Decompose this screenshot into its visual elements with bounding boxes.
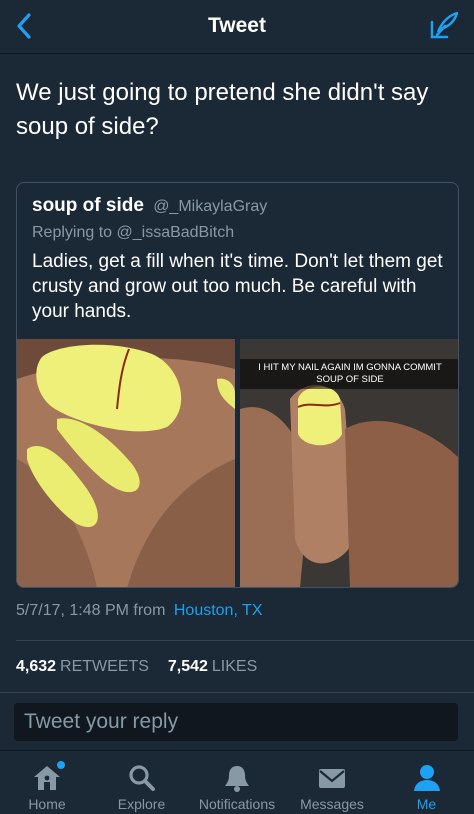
- tweet-text: We just going to pretend she didn't say …: [16, 79, 429, 140]
- retweets-label: RETWEETS: [60, 658, 149, 675]
- quoted-author-handle: @_MikaylaGray: [153, 198, 268, 215]
- divider: [16, 640, 474, 641]
- quoted-tweet-text: Ladies, get a fill when it's time. Don't…: [32, 251, 443, 322]
- search-icon: [126, 763, 158, 793]
- tab-me[interactable]: Me: [379, 751, 474, 814]
- quoted-tweet-header: soup of side @_MikaylaGray: [32, 195, 267, 217]
- tweet-timestamp: 5/7/17, 1:48 PM from: [16, 602, 166, 619]
- tab-notifications[interactable]: Notifications: [189, 751, 285, 814]
- reply-input[interactable]: [14, 703, 458, 741]
- tab-label: Home: [28, 796, 66, 812]
- nail-photo-illustration-1: [17, 339, 235, 587]
- notification-dot: [57, 761, 65, 769]
- tweet-photo-1[interactable]: [17, 339, 235, 587]
- tweet-photo-2[interactable]: I HIT MY NAIL AGAIN IM GONNA COMMIT SOUP…: [240, 339, 458, 587]
- tab-explore[interactable]: Explore: [94, 751, 189, 814]
- quoted-tweet[interactable]: soup of side @_MikaylaGray Replying to @…: [16, 182, 459, 588]
- likes-label: LIKES: [211, 658, 258, 675]
- retweets-stat[interactable]: 4,632 RETWEETS: [16, 658, 149, 675]
- reply-bar: [0, 693, 474, 750]
- image-caption: I HIT MY NAIL AGAIN IM GONNA COMMIT SOUP…: [240, 359, 458, 389]
- tab-label: Explore: [117, 796, 166, 812]
- tab-bar: Home Explore Notifications Messages Me: [0, 750, 474, 814]
- likes-stat[interactable]: 7,542 LIKES: [168, 658, 257, 675]
- envelope-icon: [316, 763, 348, 793]
- page-title: Tweet: [208, 14, 266, 37]
- retweets-count: 4,632: [16, 658, 57, 675]
- person-icon: [411, 763, 443, 793]
- tab-messages[interactable]: Messages: [285, 751, 379, 814]
- bell-icon: [221, 763, 253, 793]
- tweet-meta: 5/7/17, 1:48 PM from Houston, TX: [16, 602, 263, 620]
- location-link[interactable]: Houston, TX: [174, 602, 263, 619]
- compose-icon: [430, 11, 459, 39]
- tab-label: Me: [416, 796, 437, 812]
- tab-home[interactable]: Home: [0, 751, 94, 814]
- replying-to: Replying to @_issaBadBitch: [32, 224, 235, 241]
- likes-count: 7,542: [167, 658, 208, 675]
- top-bar: Tweet: [0, 0, 474, 54]
- home-icon: [31, 761, 65, 793]
- quoted-author-name: soup of side: [32, 195, 144, 216]
- compose-button[interactable]: [428, 10, 460, 42]
- tweet-stats: 4,632 RETWEETS 7,542 LIKES: [16, 658, 257, 676]
- tab-label: Messages: [300, 796, 364, 812]
- tab-label: Notifications: [198, 796, 276, 812]
